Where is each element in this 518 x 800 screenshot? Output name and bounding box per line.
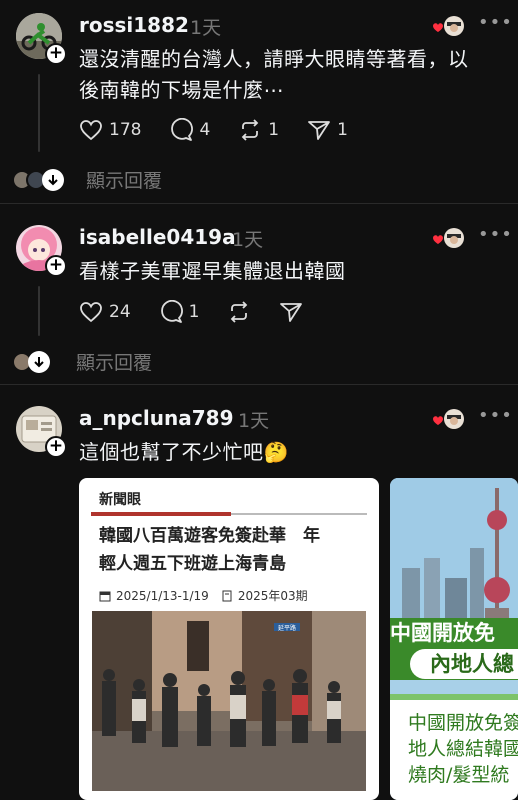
post-text: 還沒清醒的台灣人，請睜大眼睛等著看，以 後南韓的下場是什麼⋯ [79,44,509,106]
news-meta: 2025/1/13-1/19 2025年03期 [99,587,308,604]
post-text-line: 還沒清醒的台灣人，請睜大眼睛等著看，以 [79,47,469,71]
heart-icon [80,120,102,141]
card-text-lines: 中國開放免簽 地人總結韓國 燒肉/髮型統 [408,710,518,788]
repost-button[interactable]: 1 [238,118,279,142]
post-text-line: 後南韓的下場是什麼⋯ [79,78,284,102]
news-date: 2025/1/13-1/19 [116,588,209,603]
post-username[interactable]: rossi1882 [79,13,189,37]
post-text-line: 看樣子美軍遲早集體退出韓國 [79,259,346,283]
follow-plus-icon[interactable]: + [45,255,67,277]
show-replies-label: 顯示回覆 [86,170,163,192]
share-button[interactable]: 1 [307,119,348,141]
thread-line [38,286,40,336]
like-button[interactable]: 178 [79,119,141,141]
comment-icon [160,300,183,323]
book-icon [222,590,232,601]
card-text-line: 地人總結韓國 [408,738,518,760]
like-button[interactable]: 24 [79,301,131,323]
liked-by-author-icon [433,228,464,248]
follow-plus-icon[interactable]: + [45,43,67,65]
repost-icon [231,301,248,323]
liked-by-author-icon [433,409,464,429]
comment-count: 1 [188,302,200,322]
liked-by-author-icon [433,16,464,36]
show-replies-label: 顯示回覆 [76,352,153,374]
post-time: 1天 [232,229,264,251]
like-count: 24 [109,302,131,322]
post-isabelle0419a: + isabelle0419a 1天 ••• 看樣子美軍遲早集體退出韓國 24 … [0,204,518,385]
share-icon [308,121,331,140]
comment-button[interactable]: 4 [169,118,210,142]
media-card-news[interactable]: 新聞眼 韓國八百萬遊客免簽赴華 年 輕人週五下班遊上海青島 2025/1/13-… [79,478,379,800]
arrow-down-icon [42,168,64,191]
thread-line [38,74,40,152]
post-text: 看樣子美軍遲早集體退出韓國 [79,256,509,287]
news-headline-line: 輕人週五下班遊上海青島 [99,554,286,574]
banner-line: 中國開放免 [390,621,495,645]
repost-count: 1 [268,120,280,140]
share-button[interactable] [279,301,303,323]
comment-button[interactable]: 1 [159,300,200,324]
post-time: 1天 [190,17,222,39]
arrow-down-icon [28,350,50,373]
share-icon [280,303,303,322]
skyline-photo [390,478,518,638]
news-issue: 2025年03期 [237,589,308,603]
heart-icon [80,302,102,323]
more-icon[interactable]: ••• [478,12,513,33]
post-a_npcluna789: + a_npcluna789 1天 ••• 這個也幫了不少忙吧🤔 新聞眼 韓國八… [0,385,518,800]
post-rossi1882: + rossi1882 1天 ••• 還沒清醒的台灣人，請睜大眼睛等著看，以 後… [0,0,518,204]
post-text-line: 這個也幫了不少忙吧🤔 [79,440,289,464]
show-replies-button[interactable]: 顯示回覆 [12,166,162,193]
more-icon[interactable]: ••• [478,224,513,245]
action-bar: 178 4 1 1 [79,118,376,142]
post-time: 1天 [238,410,270,432]
news-headline-line: 韓國八百萬遊客免簽赴華 年 [99,526,320,546]
banner-line: 內地人總 [430,652,514,676]
comment-icon [171,118,194,141]
media-card-shanghai[interactable]: 中國開放免 內地人總 中國開放免簽 地人總結韓國 燒肉/髮型統 [390,478,518,800]
follow-plus-icon[interactable]: + [45,436,67,458]
news-tag: 新聞眼 [99,492,141,508]
repost-button[interactable] [227,300,251,324]
post-text: 這個也幫了不少忙吧🤔 [79,437,509,468]
repost-icon [242,119,259,141]
card-text-line: 燒肉/髮型統 [408,764,510,786]
news-photo: 延平路 [92,611,366,791]
share-count: 1 [337,120,348,140]
post-username[interactable]: a_npcluna789 [79,406,233,430]
card-text-line: 中國開放免簽 [408,712,518,734]
calendar-icon [99,591,111,601]
more-icon[interactable]: ••• [478,405,513,426]
show-replies-button[interactable]: 顯示回覆 [12,348,152,375]
action-bar: 24 1 [79,300,331,324]
street-sign-text: 延平路 [278,624,296,632]
news-headline: 韓國八百萬遊客免簽赴華 年 輕人週五下班遊上海青島 [99,522,369,578]
news-rule-accent [91,512,231,516]
like-count: 178 [109,120,142,140]
comment-count: 4 [199,120,211,140]
post-username[interactable]: isabelle0419a [79,225,236,249]
